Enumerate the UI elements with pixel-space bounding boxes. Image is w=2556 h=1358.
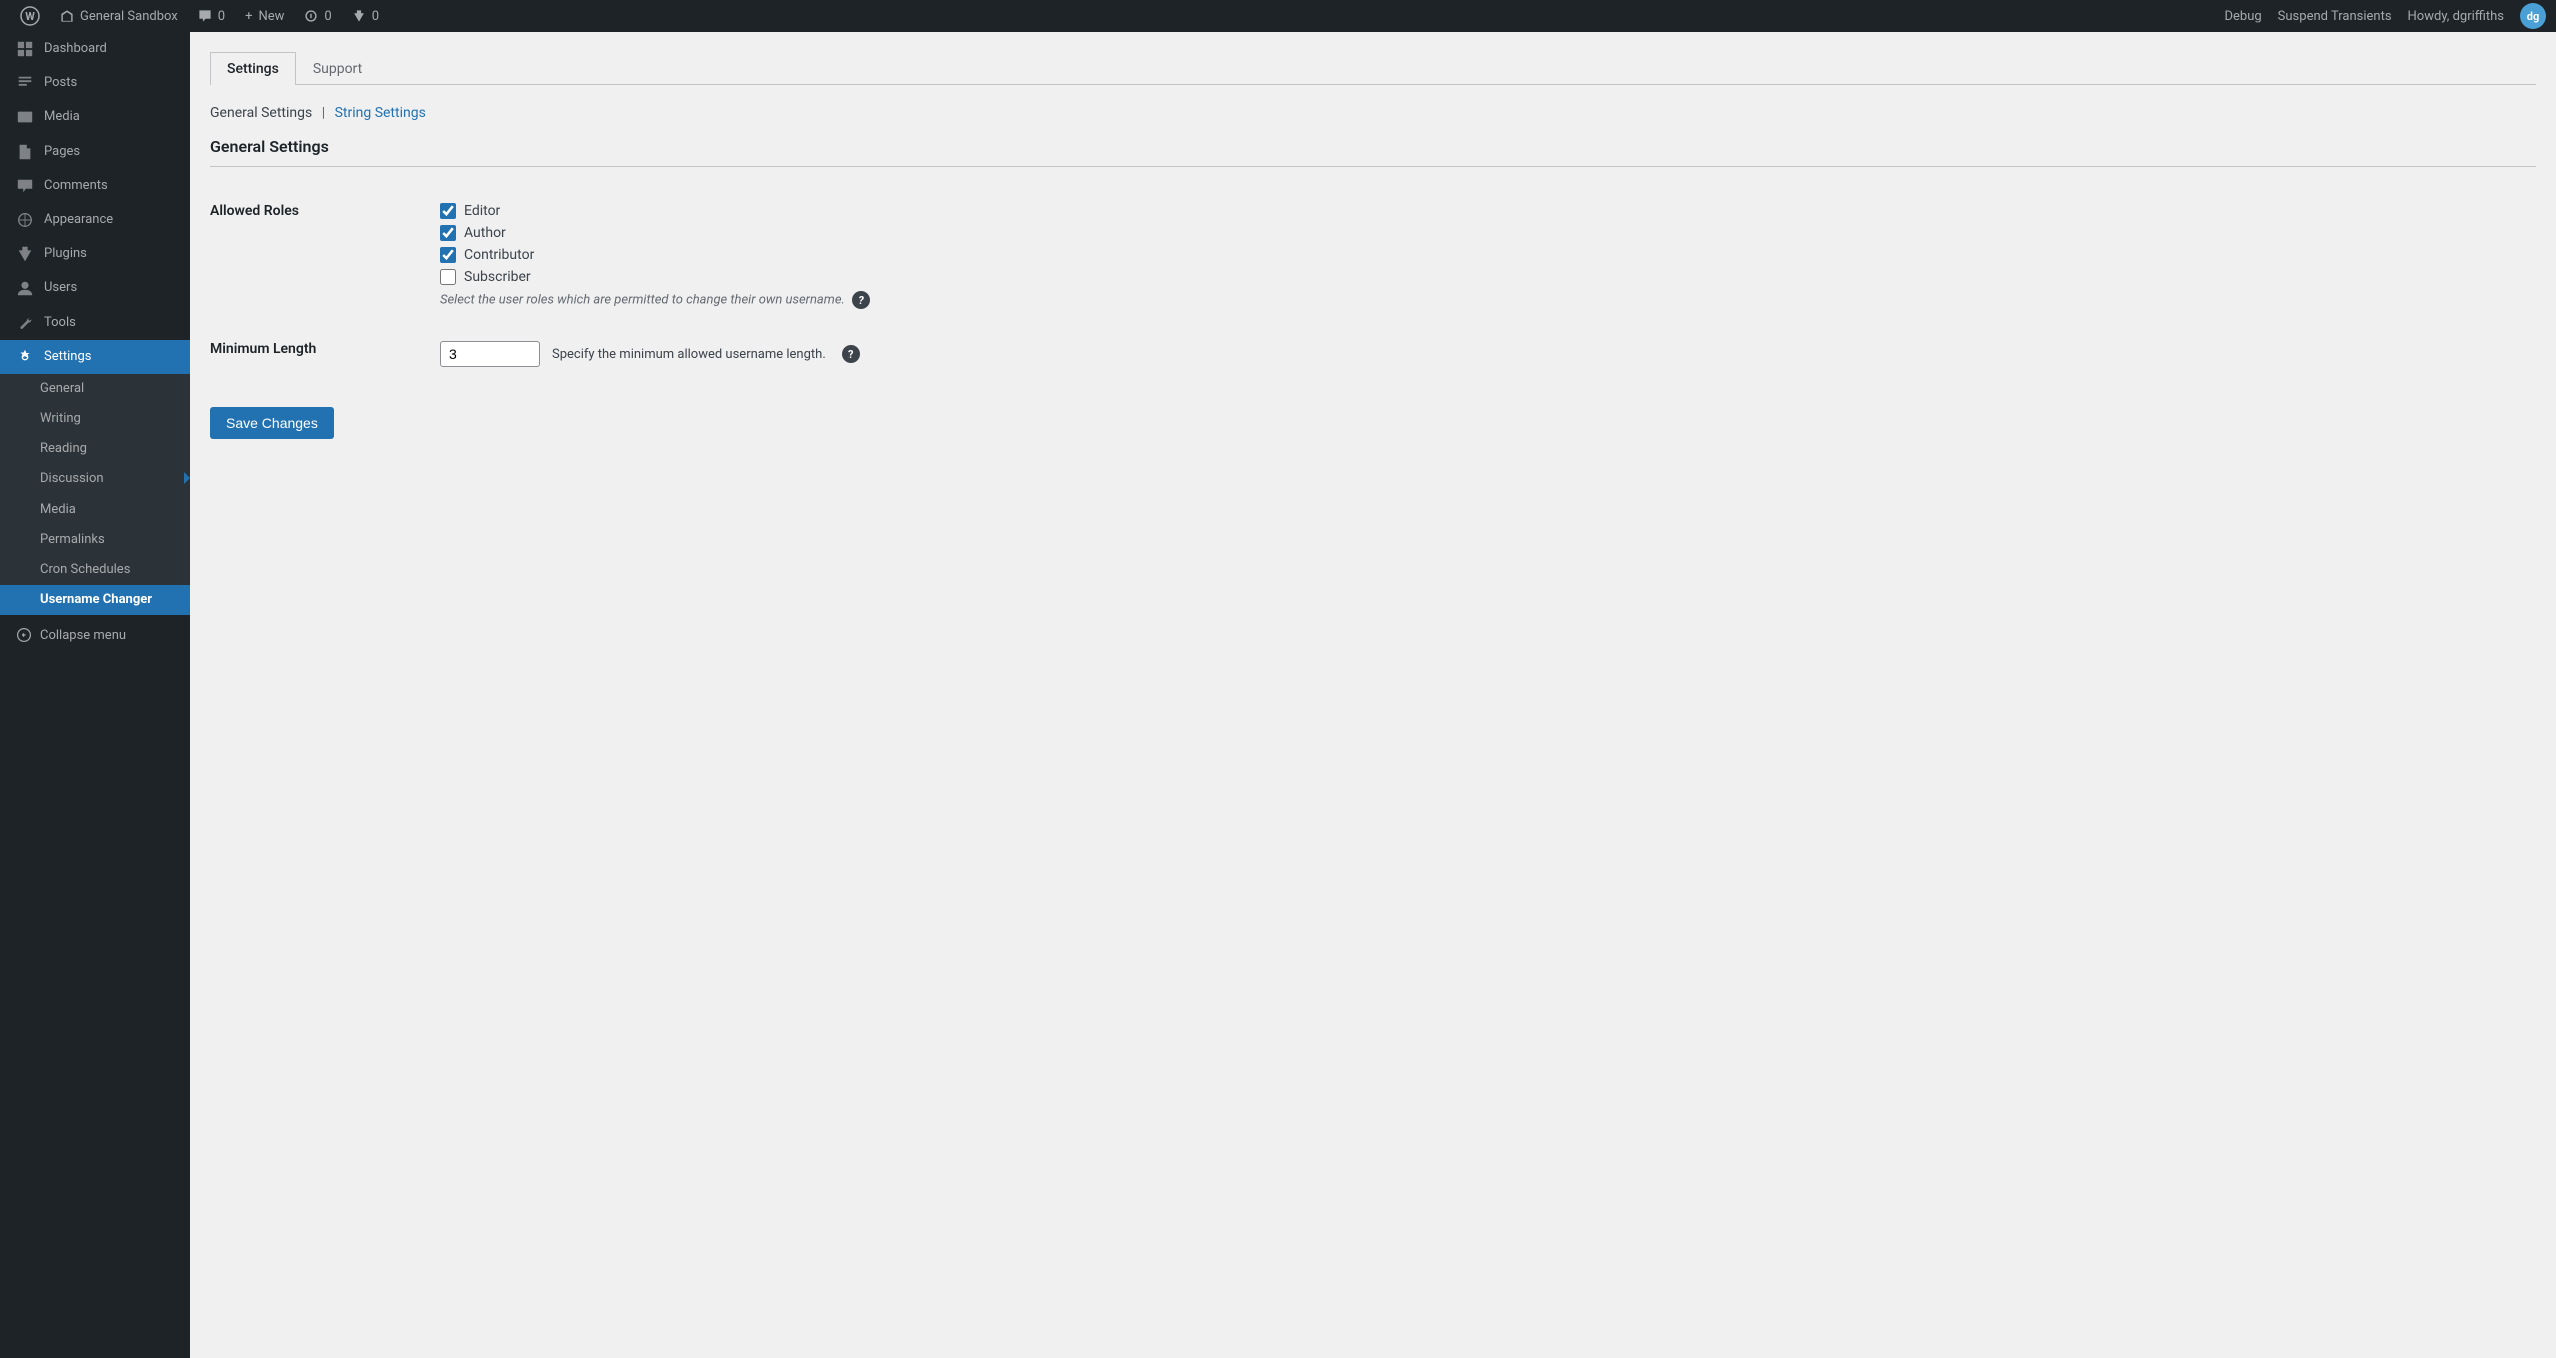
tab-settings[interactable]: Settings bbox=[210, 52, 296, 85]
role-contributor-checkbox[interactable] bbox=[440, 247, 456, 263]
sidebar-label-dashboard: Dashboard bbox=[44, 40, 107, 58]
sidebar-item-settings[interactable]: Settings General Writing Reading Discuss… bbox=[0, 340, 190, 616]
plugins-count: 0 bbox=[372, 9, 379, 24]
settings-form: Allowed Roles Editor Author bbox=[210, 187, 2536, 383]
sidebar-item-plugins[interactable]: Plugins bbox=[0, 237, 190, 271]
new-label: New bbox=[258, 9, 284, 24]
comments-button[interactable]: 0 bbox=[188, 0, 235, 32]
role-editor-checkbox[interactable] bbox=[440, 203, 456, 219]
section-title: General Settings bbox=[210, 137, 2536, 167]
tab-bar: Settings Support bbox=[210, 52, 2536, 85]
sidebar-item-pages[interactable]: Pages bbox=[0, 135, 190, 169]
admin-sidebar: Dashboard Posts Media Pages bbox=[0, 32, 190, 1358]
minimum-length-help-text: Specify the minimum allowed username len… bbox=[552, 347, 826, 362]
sidebar-item-appearance[interactable]: Appearance bbox=[0, 203, 190, 237]
submenu-item-permalinks[interactable]: Permalinks bbox=[0, 525, 190, 555]
submenu-item-reading[interactable]: Reading bbox=[0, 434, 190, 464]
collapse-label: Collapse menu bbox=[40, 628, 126, 643]
site-name-button[interactable]: General Sandbox bbox=[50, 0, 188, 32]
allowed-roles-help-icon[interactable]: ? bbox=[852, 291, 870, 309]
breadcrumb-string[interactable]: String Settings bbox=[335, 105, 426, 121]
sidebar-label-tools: Tools bbox=[44, 314, 76, 332]
sidebar-label-media: Media bbox=[44, 108, 80, 126]
submenu-item-username-changer[interactable]: Username Changer bbox=[0, 585, 190, 615]
sidebar-label-pages: Pages bbox=[44, 143, 80, 161]
allowed-roles-row: Allowed Roles Editor Author bbox=[210, 187, 2536, 325]
sidebar-item-media[interactable]: Media bbox=[0, 100, 190, 134]
role-author-checkbox[interactable] bbox=[440, 225, 456, 241]
settings-submenu: General Writing Reading Discussion Media… bbox=[0, 374, 190, 616]
collapse-menu-button[interactable]: Collapse menu bbox=[0, 615, 190, 655]
minimum-length-label: Minimum Length bbox=[210, 325, 430, 383]
plugins-button[interactable]: 0 bbox=[342, 0, 389, 32]
breadcrumb-sep: | bbox=[322, 105, 325, 121]
minimum-length-help-icon[interactable]: ? bbox=[842, 345, 860, 363]
sidebar-label-settings: Settings bbox=[44, 348, 91, 366]
sidebar-item-dashboard[interactable]: Dashboard bbox=[0, 32, 190, 66]
main-wrap: Dashboard Posts Media Pages bbox=[0, 32, 2556, 1358]
role-editor-item[interactable]: Editor bbox=[440, 203, 2526, 219]
sidebar-label-comments: Comments bbox=[44, 177, 108, 195]
sidebar-item-users[interactable]: Users bbox=[0, 271, 190, 305]
role-author-label: Author bbox=[464, 225, 506, 241]
main-content: Settings Support General Settings | Stri… bbox=[190, 32, 2556, 1358]
updates-button[interactable]: 0 bbox=[294, 0, 341, 32]
svg-text:W: W bbox=[25, 10, 35, 23]
wp-logo-button[interactable]: W bbox=[10, 0, 50, 32]
new-content-button[interactable]: + New bbox=[235, 0, 294, 32]
updates-count: 0 bbox=[324, 9, 331, 24]
debug-button[interactable]: Debug bbox=[2224, 9, 2261, 24]
site-name: General Sandbox bbox=[80, 9, 178, 24]
save-section: Save Changes bbox=[210, 407, 2536, 439]
settings-breadcrumb: General Settings | String Settings bbox=[210, 105, 2536, 121]
submenu-item-media[interactable]: Media bbox=[0, 495, 190, 525]
roles-checkboxes: Editor Author Contributor bbox=[440, 203, 2526, 285]
sidebar-item-comments[interactable]: Comments bbox=[0, 169, 190, 203]
submenu-item-writing[interactable]: Writing bbox=[0, 404, 190, 434]
minimum-length-row: Minimum Length Specify the minimum allow… bbox=[210, 325, 2536, 383]
sidebar-item-posts[interactable]: Posts bbox=[0, 66, 190, 100]
allowed-roles-label: Allowed Roles bbox=[210, 187, 430, 325]
avatar[interactable]: dg bbox=[2520, 3, 2546, 29]
admin-menu: Dashboard Posts Media Pages bbox=[0, 32, 190, 615]
sidebar-label-users: Users bbox=[44, 279, 77, 297]
sidebar-label-posts: Posts bbox=[44, 74, 77, 92]
minimum-length-wrap: Specify the minimum allowed username len… bbox=[440, 341, 2526, 367]
tab-support[interactable]: Support bbox=[296, 52, 379, 85]
allowed-roles-help: Select the user roles which are permitte… bbox=[440, 291, 2526, 309]
minimum-length-field: Specify the minimum allowed username len… bbox=[430, 325, 2536, 383]
role-editor-label: Editor bbox=[464, 203, 500, 219]
admin-bar: W General Sandbox 0 + New 0 0 Debug Susp… bbox=[0, 0, 2556, 32]
minimum-length-input[interactable] bbox=[440, 341, 540, 367]
comments-count: 0 bbox=[218, 9, 225, 24]
breadcrumb-general: General Settings bbox=[210, 105, 312, 121]
content-wrap: Settings Support General Settings | Stri… bbox=[210, 52, 2536, 439]
role-subscriber-checkbox[interactable] bbox=[440, 269, 456, 285]
submenu-item-general[interactable]: General bbox=[0, 374, 190, 404]
sidebar-label-appearance: Appearance bbox=[44, 211, 113, 229]
role-subscriber-label: Subscriber bbox=[464, 269, 531, 285]
sidebar-item-tools[interactable]: Tools bbox=[0, 306, 190, 340]
submenu-item-discussion[interactable]: Discussion bbox=[0, 464, 190, 494]
howdy-label: Howdy, dgriffiths bbox=[2408, 9, 2504, 24]
role-contributor-label: Contributor bbox=[464, 247, 534, 263]
suspend-transients-button[interactable]: Suspend Transients bbox=[2278, 9, 2392, 24]
role-subscriber-item[interactable]: Subscriber bbox=[440, 269, 2526, 285]
role-contributor-item[interactable]: Contributor bbox=[440, 247, 2526, 263]
submenu-item-cron-schedules[interactable]: Cron Schedules bbox=[0, 555, 190, 585]
save-changes-button[interactable]: Save Changes bbox=[210, 407, 334, 439]
allowed-roles-field: Editor Author Contributor bbox=[430, 187, 2536, 325]
role-author-item[interactable]: Author bbox=[440, 225, 2526, 241]
sidebar-label-plugins: Plugins bbox=[44, 245, 87, 263]
